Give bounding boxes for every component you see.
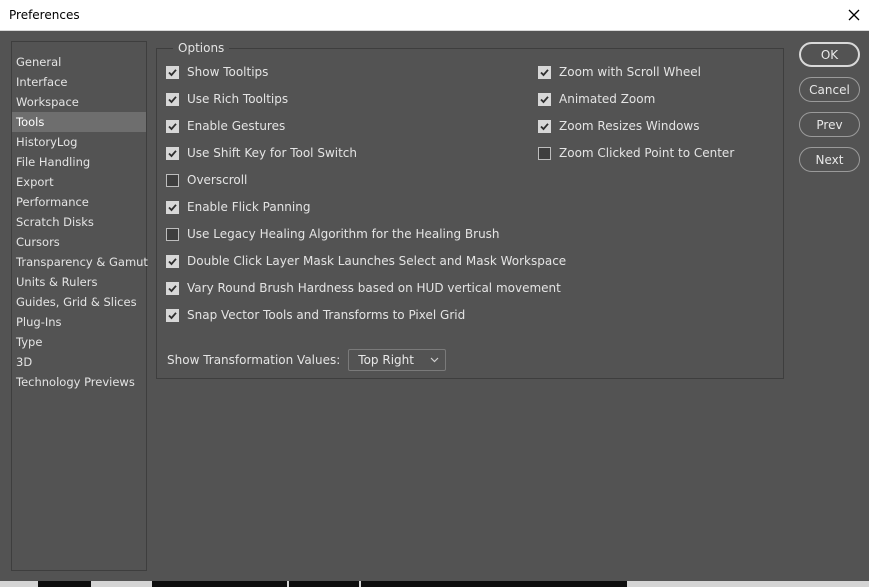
prev-button[interactable]: Prev [799, 112, 860, 137]
preferences-dialog: General Interface Workspace Tools Histor… [0, 31, 869, 581]
checkbox-label: Vary Round Brush Hardness based on HUD v… [187, 281, 561, 295]
category-list: General Interface Workspace Tools Histor… [11, 41, 148, 571]
sidebar-item-tools[interactable]: Tools [12, 112, 146, 132]
transformation-values-select[interactable]: Top Right [348, 349, 447, 371]
transformation-values-label: Show Transformation Values: [167, 353, 341, 367]
checkbox-overscroll[interactable]: Overscroll [166, 172, 247, 188]
checkbox-animated-zoom[interactable]: Animated Zoom [538, 91, 655, 107]
checkbox-box[interactable] [166, 119, 179, 133]
taskbar-segment [289, 581, 359, 587]
sidebar-item-export[interactable]: Export [12, 172, 146, 192]
checkbox-label: Use Shift Key for Tool Switch [187, 146, 358, 160]
taskbar-segment [152, 581, 287, 587]
checkbox-shift-key-tool-switch[interactable]: Use Shift Key for Tool Switch [166, 145, 357, 161]
sidebar-item-transparency-gamut[interactable]: Transparency & Gamut [12, 252, 148, 272]
checkbox-use-rich-tooltips[interactable]: Use Rich Tooltips [166, 91, 288, 107]
checkbox-label: Use Legacy Healing Algorithm for the Hea… [187, 227, 500, 241]
taskbar-segment [361, 581, 627, 587]
sidebar-item-units-rulers[interactable]: Units & Rulers [12, 272, 146, 292]
sidebar-item-history-log[interactable]: HistoryLog [12, 132, 146, 152]
checkbox-enable-flick-panning[interactable]: Enable Flick Panning [166, 199, 310, 215]
checkbox-box[interactable] [166, 65, 179, 79]
sidebar-item-3d[interactable]: 3D [12, 352, 146, 372]
sidebar-item-guides-grid-slices[interactable]: Guides, Grid & Slices [12, 292, 146, 312]
sidebar-item-general[interactable]: General [12, 52, 146, 72]
checkbox-box[interactable] [166, 227, 179, 241]
sidebar-item-technology-previews[interactable]: Technology Previews [12, 372, 146, 392]
close-icon [848, 9, 860, 21]
sidebar-item-interface[interactable]: Interface [12, 72, 146, 92]
checkbox-box[interactable] [538, 119, 551, 133]
transformation-values-row: Show Transformation Values: Top Right [167, 349, 447, 371]
checkbox-zoom-scroll-wheel[interactable]: Zoom with Scroll Wheel [538, 64, 701, 80]
sidebar-item-file-handling[interactable]: File Handling [12, 152, 146, 172]
checkbox-label: Snap Vector Tools and Transforms to Pixe… [187, 308, 466, 322]
select-value: Top Right [358, 353, 414, 367]
checkbox-label: Overscroll [187, 173, 248, 187]
checkbox-box[interactable] [166, 173, 179, 187]
ok-button[interactable]: OK [799, 42, 860, 67]
checkbox-box[interactable] [538, 92, 551, 106]
checkbox-zoom-resizes-windows[interactable]: Zoom Resizes Windows [538, 118, 700, 134]
checkbox-label: Zoom Clicked Point to Center [559, 146, 735, 160]
options-group: Options Show Tooltips Use Rich Tooltips … [156, 41, 784, 379]
sidebar-item-scratch-disks[interactable]: Scratch Disks [12, 212, 146, 232]
sidebar-item-plug-ins[interactable]: Plug-Ins [12, 312, 146, 332]
taskbar-strip [0, 581, 869, 587]
checkbox-box[interactable] [166, 92, 179, 106]
options-legend: Options [173, 41, 230, 55]
sidebar-item-type[interactable]: Type [12, 332, 146, 352]
window-title: Preferences [9, 8, 80, 22]
sidebar-item-cursors[interactable]: Cursors [12, 232, 146, 252]
cancel-button[interactable]: Cancel [799, 77, 860, 102]
checkbox-zoom-clicked-point[interactable]: Zoom Clicked Point to Center [538, 145, 734, 161]
title-bar: Preferences [0, 0, 869, 31]
checkbox-vary-brush-hardness[interactable]: Vary Round Brush Hardness based on HUD v… [166, 280, 561, 296]
checkbox-box[interactable] [166, 200, 179, 214]
sidebar-item-workspace[interactable]: Workspace [12, 92, 146, 112]
sidebar-item-performance[interactable]: Performance [12, 192, 146, 212]
checkbox-label: Zoom with Scroll Wheel [559, 65, 701, 79]
checkbox-label: Double Click Layer Mask Launches Select … [187, 254, 567, 268]
checkbox-box[interactable] [166, 254, 179, 268]
checkbox-box[interactable] [538, 65, 551, 79]
chevron-down-icon [430, 357, 439, 363]
checkbox-box[interactable] [166, 281, 179, 295]
checkbox-show-tooltips[interactable]: Show Tooltips [166, 64, 268, 80]
checkbox-label: Use Rich Tooltips [187, 92, 289, 106]
checkbox-label: Show Tooltips [187, 65, 269, 79]
close-button[interactable] [839, 0, 869, 30]
checkbox-enable-gestures[interactable]: Enable Gestures [166, 118, 285, 134]
checkbox-box[interactable] [166, 146, 179, 160]
checkbox-double-click-layer-mask[interactable]: Double Click Layer Mask Launches Select … [166, 253, 566, 269]
next-button[interactable]: Next [799, 147, 860, 172]
checkbox-label: Enable Flick Panning [187, 200, 311, 214]
checkbox-label: Zoom Resizes Windows [559, 119, 700, 133]
checkbox-label: Enable Gestures [187, 119, 286, 133]
checkbox-snap-vector-tools[interactable]: Snap Vector Tools and Transforms to Pixe… [166, 307, 465, 323]
taskbar-segment [38, 581, 91, 587]
checkbox-box[interactable] [166, 308, 179, 322]
checkbox-box[interactable] [538, 146, 551, 160]
checkbox-legacy-healing[interactable]: Use Legacy Healing Algorithm for the Hea… [166, 226, 500, 242]
checkbox-label: Animated Zoom [559, 92, 656, 106]
